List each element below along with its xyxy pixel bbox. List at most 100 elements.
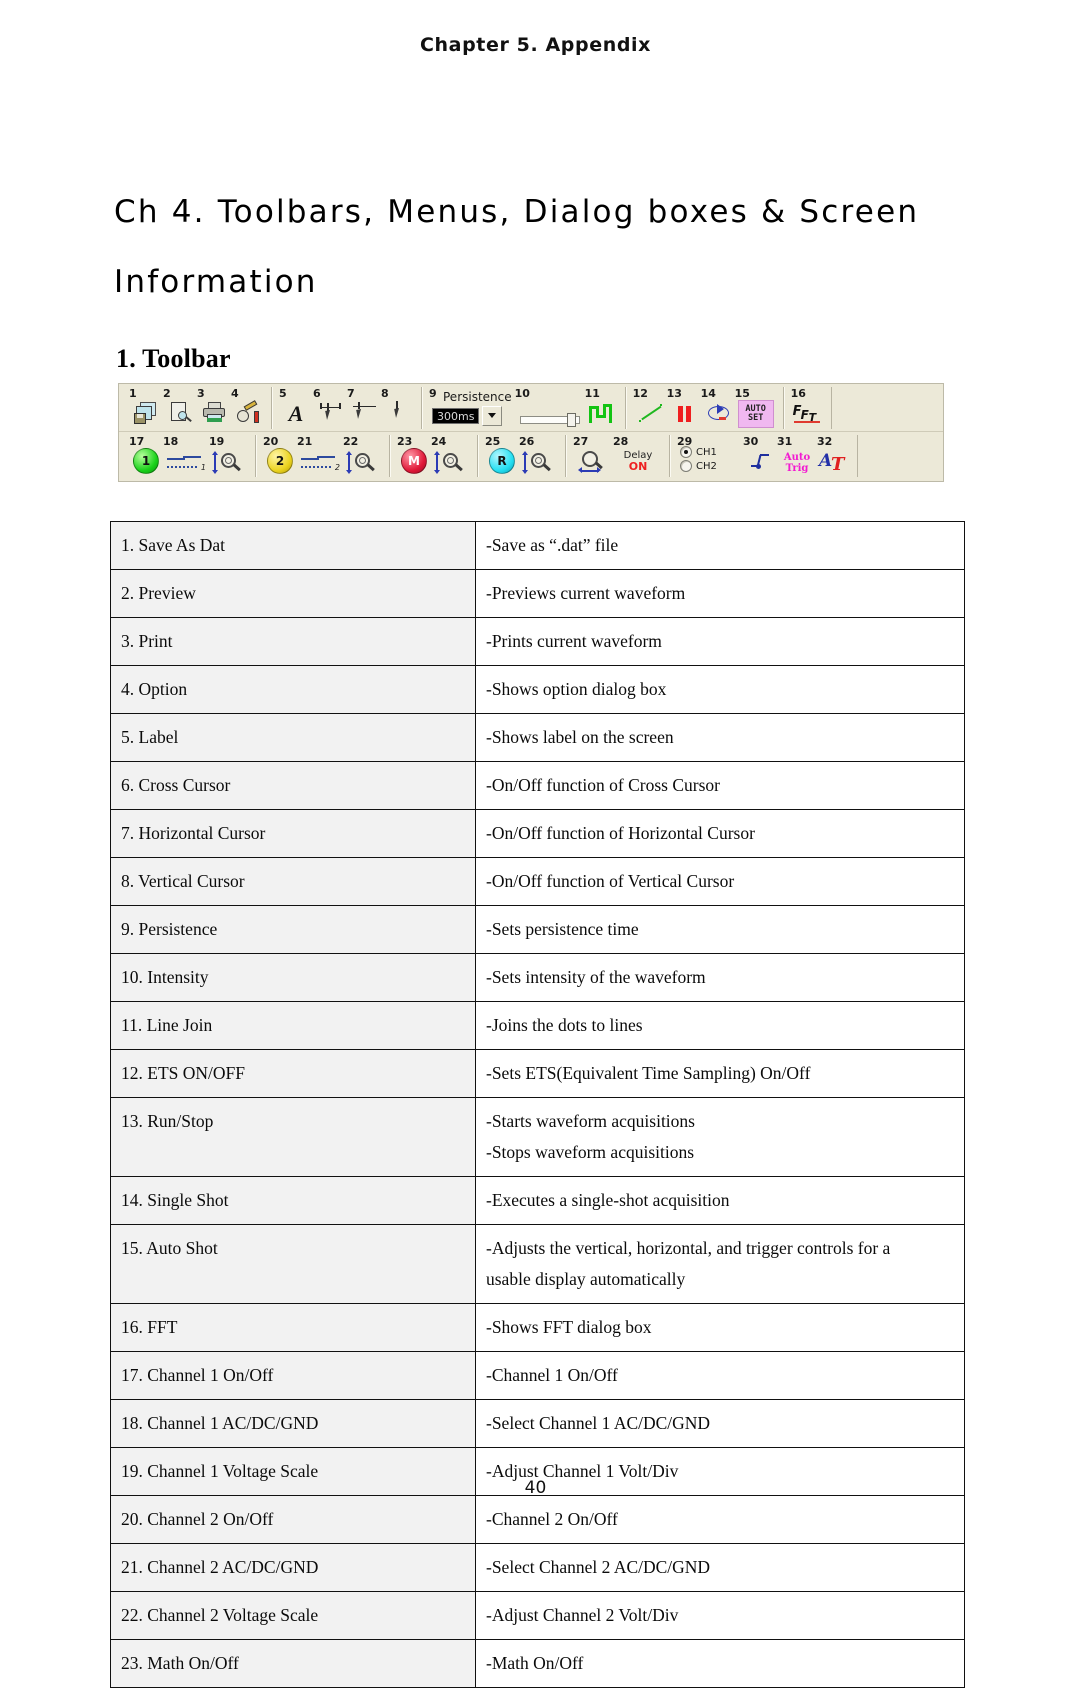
toolbar-item-description: -Select Channel 2 AC/DC/GND <box>475 1543 965 1592</box>
toolbar-item-name: 13. Run/Stop <box>110 1097 476 1177</box>
toolbar-group-display: 9 Persistence 300ms 10 11 <box>422 386 626 429</box>
table-body: 1. Save As Dat -Save as “.dat” file 2. Pre… <box>110 521 965 1688</box>
trigger-source-selector[interactable]: 29 CH1 CH2 <box>677 436 743 476</box>
channel-1-voltage-scale-button[interactable]: 19 <box>209 436 249 476</box>
toolbar-row-1: 1 2 3 4 5 A 6 7 8 9 Persistence 300ms 10… <box>119 384 943 432</box>
toolbar-item-name: 8. Vertical Cursor <box>110 857 476 906</box>
fft-button[interactable]: 16 F F T <box>791 388 825 428</box>
toolbar-item-description: -Starts waveform acquisitions -Stops wave… <box>475 1097 965 1177</box>
channel-2-on-off-button[interactable]: 20 2 <box>263 436 297 476</box>
toolbar-item-name: 15. Auto Shot <box>110 1224 476 1304</box>
reference-voltage-scale-button[interactable]: 26 <box>519 436 559 476</box>
slider-icon <box>518 402 582 428</box>
toolbar-item-description: -On/Off function of Vertical Cursor <box>475 857 965 906</box>
cross-cursor-icon <box>317 400 343 426</box>
toolbar-item-description: -Previews current waveform <box>475 569 965 618</box>
auto-shot-button[interactable]: 15 AUTO SET <box>735 388 777 428</box>
auto-trigger-level-icon: A T <box>818 448 850 475</box>
horizontal-cursor-button[interactable]: 7 <box>347 388 381 428</box>
section-heading-toolbar: 1. Toolbar <box>116 343 231 373</box>
annotation-number-8: 8 <box>381 386 389 400</box>
preview-button[interactable]: 2 <box>163 388 197 428</box>
toolbar-descriptions-table: 1. Save As Dat -Save as “.dat” file 2. Pre… <box>110 521 965 1688</box>
toolbar-group-acquisition: 12 13 14 15 AUTO SET <box>625 386 784 429</box>
label-button[interactable]: 5 A <box>279 388 313 428</box>
math-voltage-scale-button[interactable]: 24 <box>431 436 471 476</box>
toolbar-item-description: -Prints current waveform <box>475 617 965 666</box>
channel-2-voltage-scale-button[interactable]: 22 <box>343 436 383 476</box>
table-row: 2. Preview -Previews current waveform <box>110 569 965 618</box>
toolbar-group-math: 23 M 24 <box>390 435 478 477</box>
ac-dc-gnd-channel-number: 2 <box>334 463 340 472</box>
annotation-number-15: 15 <box>734 386 750 400</box>
toolbar-item-description: -Shows label on the screen <box>475 713 965 762</box>
description-line-2: -Stops waveform acquisitions <box>486 1142 695 1162</box>
channel-2-coupling-button[interactable]: 21 2 <box>297 436 343 476</box>
channel-1-on-off-button[interactable]: 17 1 <box>129 436 163 476</box>
annotation-number-23: 23 <box>397 435 413 448</box>
toolbar-item-name: 6. Cross Cursor <box>110 761 476 810</box>
table-row: 23. Math On/Off -Math On/Off <box>110 1639 965 1688</box>
vertical-cursor-button[interactable]: 8 <box>381 388 415 428</box>
toolbar-item-description: -Adjust Channel 2 Volt/Div <box>475 1591 965 1640</box>
toolbar-item-name: 10. Intensity <box>110 953 476 1002</box>
persistence-label: Persistence <box>443 389 512 404</box>
print-button[interactable]: 3 <box>197 388 231 428</box>
toolbar-item-name: 20. Channel 2 On/Off <box>110 1495 476 1544</box>
persistence-control[interactable]: 9 Persistence 300ms <box>429 388 515 428</box>
vertical-zoom-icon <box>212 450 246 476</box>
persistence-wrapper: Persistence 300ms <box>432 384 512 428</box>
toolbar-item-description: -Executes a single-shot acquisition <box>475 1176 965 1225</box>
reference-on-off-button[interactable]: 25 R <box>485 436 519 476</box>
annotation-number-11: 11 <box>584 386 600 400</box>
channel-1-coupling-button[interactable]: 18 1 <box>163 436 209 476</box>
fft-glyph-2: F <box>800 407 809 422</box>
single-shot-button[interactable]: 14 <box>701 388 735 428</box>
radio-ch2-icon[interactable] <box>680 460 692 472</box>
chevron-down-icon[interactable] <box>482 405 503 426</box>
table-row: 22. Channel 2 Voltage Scale -Adjust Chann… <box>110 1591 965 1640</box>
persistence-value: 300ms <box>432 407 480 424</box>
trigger-source-ch2-row[interactable]: CH2 <box>680 460 740 472</box>
label-a-icon: A <box>283 400 309 426</box>
table-row: 11. Line Join -Joins the dots to lines <box>110 1001 965 1050</box>
auto-trigger-button[interactable]: 31 Auto Trig <box>777 436 817 476</box>
running-header: Chapter 5. Appendix <box>420 34 651 56</box>
ets-on-off-button[interactable]: 12 <box>633 388 667 428</box>
table-row: 7. Horizontal Cursor -On/Off function of … <box>110 809 965 858</box>
math-on-off-button[interactable]: 23 M <box>397 436 431 476</box>
toolbar-group-cursors: 5 A 6 7 8 <box>272 386 422 429</box>
toolbar-group-fft: 16 F F T <box>783 386 832 429</box>
toolbar-group-channel1: 17 1 18 1 19 <box>123 435 256 477</box>
horizontal-zoom-icon <box>576 450 610 476</box>
annotation-number-9: 9 <box>429 386 437 400</box>
channel-1-indicator-icon: 1 <box>133 448 159 474</box>
option-button[interactable]: 4 <box>231 388 265 428</box>
ac-dc-gnd-icon: 2 <box>300 450 340 476</box>
trigger-level-button[interactable]: 32 A T <box>817 436 851 476</box>
vertical-zoom-icon <box>434 450 468 476</box>
toolbar-group-reference: 25 R 26 <box>478 435 566 477</box>
persistence-combobox[interactable]: 300ms <box>432 405 512 426</box>
toolbar-item-name: 17. Channel 1 On/Off <box>110 1351 476 1400</box>
cross-cursor-button[interactable]: 6 <box>313 388 347 428</box>
toolbar-item-name: 9. Persistence <box>110 905 476 954</box>
trigger-slope-button[interactable]: 30 <box>743 436 777 476</box>
time-scale-button[interactable]: 27 <box>573 436 613 476</box>
auto-trig-line-2: Trig <box>785 463 809 474</box>
toolbar-item-name: 12. ETS ON/OFF <box>110 1049 476 1098</box>
delay-state: ON <box>628 459 648 473</box>
line-join-button[interactable]: 11 <box>585 388 619 428</box>
delay-toggle[interactable]: 28 Delay ON <box>613 436 663 476</box>
save-as-dat-button[interactable]: 1 <box>129 388 163 428</box>
ac-dc-gnd-icon: 1 <box>166 450 206 476</box>
table-row: 9. Persistence -Sets persistence time <box>110 905 965 954</box>
table-row: 3. Print -Prints current waveform <box>110 617 965 666</box>
math-indicator-icon: M <box>401 448 427 474</box>
annotation-number-13: 13 <box>666 386 682 400</box>
vertical-zoom-icon <box>346 450 380 476</box>
intensity-slider[interactable]: 10 <box>515 388 585 428</box>
annotation-number-12: 12 <box>632 386 648 400</box>
annotation-number-27: 27 <box>573 435 589 448</box>
run-stop-button[interactable]: 13 <box>667 388 701 428</box>
